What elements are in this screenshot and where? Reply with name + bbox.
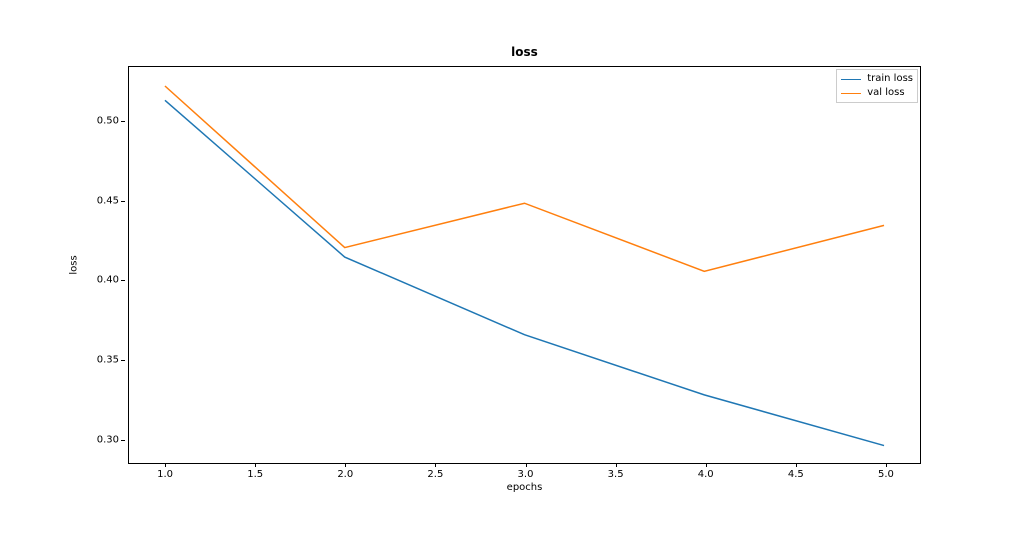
series-line bbox=[165, 100, 884, 445]
x-tick-label: 4.5 bbox=[788, 463, 804, 480]
x-tick-label: 2.0 bbox=[337, 463, 353, 480]
x-tick-label: 1.5 bbox=[247, 463, 263, 480]
y-tick-label: 0.35 bbox=[97, 354, 129, 365]
series-line bbox=[165, 86, 884, 271]
legend-swatch-train bbox=[841, 79, 861, 80]
x-tick-label: 3.0 bbox=[518, 463, 534, 480]
x-tick-label: 5.0 bbox=[878, 463, 894, 480]
y-tick-label: 0.45 bbox=[97, 195, 129, 206]
plot-area bbox=[129, 67, 920, 463]
y-tick-label: 0.40 bbox=[97, 275, 129, 286]
legend-label-val: val loss bbox=[867, 86, 904, 100]
y-tick-label: 0.30 bbox=[97, 434, 129, 445]
y-axis-label: loss bbox=[69, 255, 80, 274]
x-tick-label: 3.5 bbox=[608, 463, 624, 480]
x-tick-label: 4.0 bbox=[698, 463, 714, 480]
chart-lines bbox=[129, 67, 920, 463]
x-axis-label: epochs bbox=[507, 482, 543, 493]
legend-item-val: val loss bbox=[841, 86, 913, 100]
legend-item-train: train loss bbox=[841, 72, 913, 86]
chart-title: loss bbox=[511, 45, 538, 59]
x-tick-label: 1.0 bbox=[157, 463, 173, 480]
y-tick-label: 0.50 bbox=[97, 116, 129, 127]
x-tick-label: 2.5 bbox=[427, 463, 443, 480]
legend: train loss val loss bbox=[836, 69, 918, 103]
legend-label-train: train loss bbox=[867, 72, 913, 86]
line-chart: loss loss epochs train loss val loss 0.3… bbox=[128, 66, 921, 464]
legend-swatch-val bbox=[841, 93, 861, 94]
